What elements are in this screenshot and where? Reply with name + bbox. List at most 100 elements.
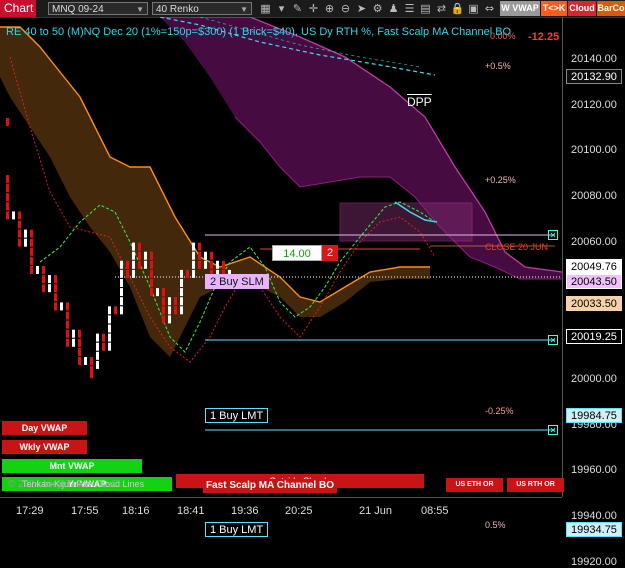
- bull-brick: [120, 306, 123, 315]
- bull-brick: [204, 260, 207, 269]
- bull-brick: [84, 357, 87, 365]
- bull-brick: [120, 279, 123, 287]
- bull-brick: [120, 297, 123, 306]
- zoom-out-icon[interactable]: ⊖: [338, 1, 353, 16]
- dropdown-icon[interactable]: ▾: [274, 1, 289, 16]
- cancel-order-icon[interactable]: ✕: [548, 335, 558, 345]
- bear-brick: [66, 329, 69, 338]
- bear-brick: [162, 315, 165, 324]
- cancel-order-icon[interactable]: ✕: [548, 425, 558, 435]
- cursor-icon[interactable]: ➤: [354, 1, 369, 16]
- chevron-down-icon: ▼: [240, 5, 248, 14]
- bear-brick: [66, 302, 69, 311]
- vwap-button[interactable]: Mnt VWAP: [2, 459, 142, 473]
- data-box-icon[interactable]: ▣: [466, 1, 481, 16]
- bull-brick: [24, 238, 27, 247]
- properties-icon[interactable]: ☰: [402, 1, 417, 16]
- order-label[interactable]: 2 Buy SLM: [205, 273, 269, 289]
- bull-brick: [48, 284, 51, 293]
- bull-brick: [108, 315, 111, 324]
- bull-brick: [204, 251, 207, 260]
- bear-brick: [174, 297, 177, 306]
- bull-brick: [132, 269, 135, 278]
- bull-brick: [192, 251, 195, 260]
- time-tick-label: 17:55: [71, 505, 99, 517]
- percent-level-label: -0.25%: [485, 406, 514, 417]
- toolbar-button-t-k[interactable]: T<>K: [541, 1, 567, 16]
- time-tick-label: 08:55: [421, 505, 449, 517]
- bear-brick: [18, 211, 21, 220]
- time-tick-label: 17:29: [16, 505, 44, 517]
- bear-brick: [54, 275, 57, 284]
- order-label[interactable]: 1 Buy LMT: [205, 407, 269, 423]
- bull-brick: [180, 306, 183, 315]
- bear-brick: [66, 320, 69, 329]
- indicator-label: Tenkan-Kijun Fast Cloud Lines: [22, 479, 145, 489]
- order-quantity-box[interactable]: 2: [322, 245, 338, 261]
- opening-range-button[interactable]: US RTH OR: [507, 478, 564, 492]
- order-price-box[interactable]: 14.00: [272, 245, 322, 261]
- indicators-icon[interactable]: ⚙: [370, 1, 385, 16]
- bear-brick: [30, 247, 33, 256]
- bull-brick: [96, 342, 99, 351]
- price-marker: 20019.25: [566, 329, 622, 345]
- bull-brick: [24, 229, 27, 238]
- bull-brick: [168, 306, 171, 315]
- vwap-button[interactable]: Day VWAP: [2, 421, 87, 435]
- dpp-label: DPP: [407, 95, 432, 109]
- cancel-order-icon[interactable]: ✕: [548, 230, 558, 240]
- bear-brick: [162, 306, 165, 315]
- instrument-selector[interactable]: MNQ 09-24 ▼: [48, 2, 148, 15]
- bear-brick: [6, 118, 9, 126]
- split-icon[interactable]: ⇔: [482, 1, 497, 16]
- bear-brick: [6, 175, 9, 183]
- order-label[interactable]: 1 Buy LMT: [205, 522, 269, 538]
- bear-brick: [30, 266, 33, 274]
- bar-style-icon[interactable]: ▦: [258, 1, 273, 16]
- opening-range-button[interactable]: US ETH OR: [446, 478, 503, 492]
- drawing-tools-icon[interactable]: ✎: [290, 1, 305, 16]
- vwap-button[interactable]: Wkly VWAP: [2, 440, 87, 454]
- order-entry-icon[interactable]: ⇄: [434, 1, 449, 16]
- bear-brick: [54, 302, 57, 311]
- price-marker: 20033.50: [566, 296, 622, 312]
- bull-brick: [120, 269, 123, 278]
- chart-tab[interactable]: Chart: [0, 0, 36, 17]
- bear-brick: [78, 347, 81, 356]
- strategies-icon[interactable]: ♟: [386, 1, 401, 16]
- price-marker: 20132.90: [566, 69, 622, 85]
- bull-brick: [96, 360, 99, 369]
- bear-brick: [66, 338, 69, 347]
- crosshair-icon[interactable]: ✛: [306, 1, 321, 16]
- bull-brick: [180, 269, 183, 278]
- bar-type-selector[interactable]: 40 Renko ▼: [152, 2, 252, 15]
- chevron-down-icon: ▼: [136, 5, 144, 14]
- bear-brick: [90, 357, 93, 365]
- bull-brick: [108, 324, 111, 333]
- toolbar-button-cloud[interactable]: Cloud: [568, 1, 596, 16]
- strategy-button[interactable]: Fast Scalp MA Channel BO: [203, 479, 337, 493]
- price-marker: 19984.75: [566, 407, 622, 423]
- bear-brick: [78, 329, 81, 338]
- bear-brick: [54, 293, 57, 302]
- bear-brick: [186, 269, 189, 278]
- instrument-value: MNQ 09-24: [52, 4, 104, 15]
- bull-brick: [120, 288, 123, 297]
- bear-brick: [30, 256, 33, 265]
- bull-brick: [168, 297, 171, 306]
- bull-brick: [180, 297, 183, 306]
- toolbar-button-w-vwap[interactable]: W VWAP: [500, 1, 540, 16]
- bull-brick: [96, 351, 99, 360]
- bull-brick: [60, 302, 63, 311]
- toolbar-button-barco[interactable]: BarCo: [597, 1, 625, 16]
- bear-brick: [150, 269, 153, 278]
- lock-icon[interactable]: 🔒: [450, 1, 465, 16]
- bull-brick: [180, 288, 183, 297]
- zoom-in-icon[interactable]: ⊕: [322, 1, 337, 16]
- bear-brick: [42, 284, 45, 293]
- bear-brick: [6, 193, 9, 202]
- bear-brick: [30, 229, 33, 238]
- bear-brick: [198, 251, 201, 260]
- bear-brick: [78, 357, 81, 365]
- template-icon[interactable]: ▤: [418, 1, 433, 16]
